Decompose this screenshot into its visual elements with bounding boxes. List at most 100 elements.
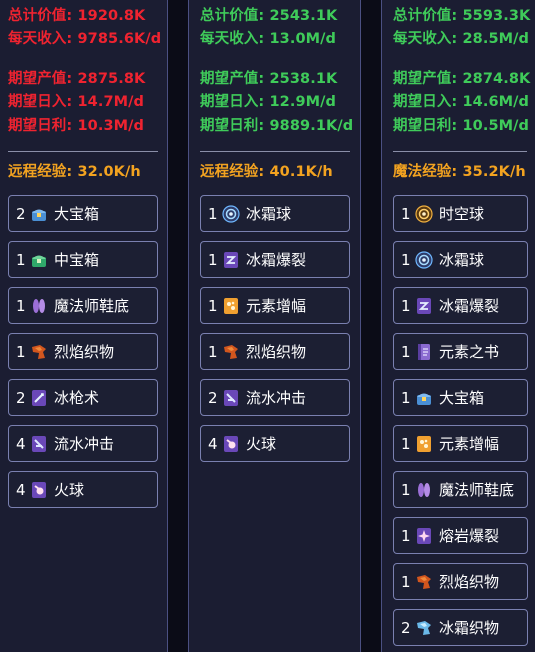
time-space-orb-icon [415,204,433,223]
loot-item[interactable]: 1 魔法师鞋底 [393,471,528,508]
item-name: 魔法师鞋底 [54,297,130,315]
loot-item[interactable]: 1 冰霜球 [200,195,350,232]
item-quantity: 1 [401,204,411,223]
frost-burst-book-icon [224,251,238,268]
stat-daily-income: 每天收入: 9785.6K/d [8,31,162,47]
loot-item[interactable]: 1 元素之书 [393,333,528,370]
frost-burst-book-icon [417,297,431,314]
loot-panel-1: 总计价值: 1920.8K 每天收入: 9785.6K/d 期望产值: 2875… [0,0,168,652]
loot-item[interactable]: 1 烈焰织物 [8,333,158,370]
item-quantity: 1 [208,296,218,315]
item-quantity: 1 [208,204,218,223]
item-name: 元素之书 [439,343,500,361]
stat-expected-output: 期望产值: 2874.8K [393,71,531,87]
lava-burst-book-icon [417,527,431,544]
stat-total-value: 总计价值: 2543.1K [200,8,338,24]
item-quantity: 1 [401,526,411,545]
item-name: 时空球 [439,205,485,223]
loot-item[interactable]: 1 元素增幅 [393,425,528,462]
elemental-amplify-book-icon [224,297,238,314]
stat-daily-income: 每天收入: 13.0M/d [200,31,337,47]
item-quantity: 1 [16,296,26,315]
loot-item[interactable]: 1 烈焰织物 [200,333,350,370]
frost-orb-icon [415,250,433,269]
stat-expected-daily-profit: 期望日利: 10.3M/d [8,118,145,134]
item-quantity: 1 [16,250,26,269]
item-quantity: 2 [208,388,218,407]
loot-item[interactable]: 2 冰枪术 [8,379,158,416]
item-name: 大宝箱 [54,205,100,223]
mage-sole-icon [418,482,430,497]
item-quantity: 1 [401,296,411,315]
item-quantity: 1 [401,342,411,361]
stat-expected-output: 期望产值: 2875.8K [8,71,146,87]
divider [8,151,158,152]
stat-expected-daily-income: 期望日入: 14.6M/d [393,94,530,110]
item-quantity: 1 [208,250,218,269]
item-name: 流水冲击 [246,389,307,407]
item-name: 元素增幅 [246,297,307,315]
stat-exp-rate: 远程经验: 32.0K/h [8,164,141,180]
fireball-book-icon [224,435,238,452]
medium-chest-icon [32,255,46,267]
item-quantity: 1 [401,434,411,453]
loot-item[interactable]: 4 火球 [200,425,350,462]
stat-expected-output: 期望产值: 2538.1K [200,71,338,87]
item-quantity: 1 [16,342,26,361]
loot-item[interactable]: 1 时空球 [393,195,528,232]
stat-expected-daily-income: 期望日入: 12.9M/d [200,94,337,110]
flame-fabric-icon [224,344,238,359]
ice-spear-book-icon [32,389,46,406]
item-name: 魔法师鞋底 [439,481,515,499]
item-name: 冰霜球 [439,251,485,269]
loot-item[interactable]: 4 流水冲击 [8,425,158,462]
item-name: 冰霜爆裂 [439,297,500,315]
item-quantity: 1 [401,388,411,407]
loot-item[interactable]: 1 大宝箱 [393,379,528,416]
item-quantity: 4 [16,434,26,453]
loot-panel-3: 总计价值: 5593.3K 每天收入: 28.5M/d 期望产值: 2874.8… [381,0,535,652]
water-strike-book-icon [224,389,238,406]
item-name: 大宝箱 [439,389,485,407]
loot-item[interactable]: 1 熔岩爆裂 [393,517,528,554]
item-name: 熔岩爆裂 [439,527,500,545]
elemental-book-icon [418,343,430,360]
loot-item[interactable]: 4 火球 [8,471,158,508]
loot-item[interactable]: 1 中宝箱 [8,241,158,278]
item-name: 火球 [246,435,277,453]
loot-item[interactable]: 2 大宝箱 [8,195,158,232]
item-name: 冰霜球 [246,205,292,223]
stat-expected-daily-profit: 期望日利: 9889.1K/d [200,118,354,134]
large-chest-icon [32,209,46,221]
divider [200,151,350,152]
item-quantity: 2 [16,388,26,407]
loot-item[interactable]: 1 烈焰织物 [393,563,528,600]
elemental-amplify-book-icon [417,435,431,452]
item-name: 冰霜爆裂 [246,251,307,269]
loot-item[interactable]: 1 冰霜爆裂 [393,287,528,324]
item-quantity: 4 [208,434,218,453]
item-name: 烈焰织物 [439,573,500,591]
mage-sole-icon [33,298,45,313]
flame-fabric-icon [417,574,431,589]
loot-item[interactable]: 2 流水冲击 [200,379,350,416]
item-quantity: 2 [16,204,26,223]
stat-exp-rate: 魔法经验: 35.2K/h [393,164,526,180]
stat-total-value: 总计价值: 5593.3K [393,8,531,24]
loot-item[interactable]: 1 冰霜爆裂 [200,241,350,278]
item-name: 流水冲击 [54,435,115,453]
loot-item[interactable]: 1 元素增幅 [200,287,350,324]
stat-expected-daily-profit: 期望日利: 10.5M/d [393,118,530,134]
item-quantity: 1 [401,572,411,591]
stat-daily-income: 每天收入: 28.5M/d [393,31,530,47]
loot-item[interactable]: 1 冰霜球 [393,241,528,278]
item-quantity: 1 [401,250,411,269]
large-chest-icon [417,393,431,405]
item-name: 烈焰织物 [246,343,307,361]
loot-item[interactable]: 1 魔法师鞋底 [8,287,158,324]
loot-item[interactable]: 2 冰霜织物 [393,609,528,646]
flame-fabric-icon [32,344,46,359]
item-name: 冰枪术 [54,389,100,407]
item-name: 中宝箱 [54,251,100,269]
item-name: 烈焰织物 [54,343,115,361]
